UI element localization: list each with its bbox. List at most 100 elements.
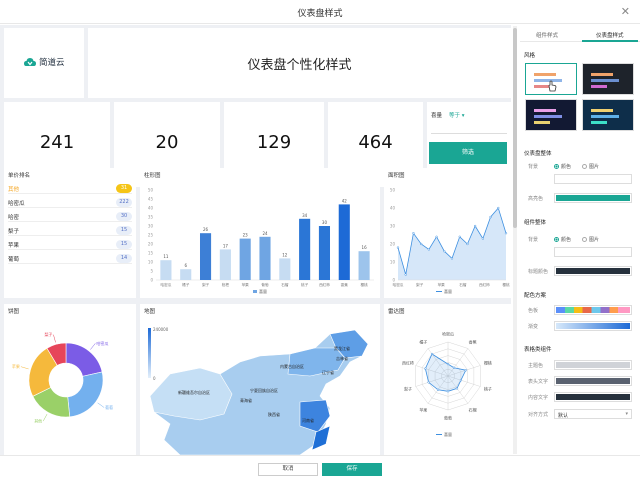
- bar-legend-label: 喜量: [259, 288, 267, 294]
- filter-button[interactable]: 筛选: [429, 142, 507, 164]
- palette-swatch[interactable]: [554, 305, 632, 315]
- radar-legend-label: 喜量: [444, 431, 452, 437]
- dialog-title: 仪表盘样式: [297, 9, 343, 19]
- radar-point: [459, 379, 463, 382]
- settings-panel: 组件样式 仪表盘样式 风格 仪表盘整体 背景 颜色 图片 高亮色 组件整体 背景…: [520, 25, 640, 455]
- radar-point: [452, 366, 456, 369]
- area-point: [466, 242, 469, 246]
- radar-chart-card: 雷达图 哈密瓜 香蕉 樱桃 桃子 石榴 葡萄 苹果 梨子 西红柿 橘子 喜量: [384, 304, 511, 455]
- align-select[interactable]: 默认 ▾: [554, 409, 632, 419]
- ranking-row[interactable]: 葡萄 14: [8, 252, 132, 264]
- map-region-henan[interactable]: [299, 399, 331, 433]
- ranking-name: 葡萄: [8, 257, 20, 263]
- comp-bg-color-radio[interactable]: 颜色: [554, 236, 571, 243]
- dashboard-canvas: 简道云 仪表盘个性化样式 241 20 129 464 喜量 等于 ▾ 筛选 单…: [0, 25, 511, 455]
- title-color-swatch[interactable]: [554, 266, 632, 276]
- canvas-scrollbar[interactable]: [513, 26, 517, 454]
- style-option-deep-blue[interactable]: [582, 99, 634, 131]
- bg-image-radio[interactable]: 图片: [582, 163, 599, 170]
- ranking-row[interactable]: 梨子 15: [8, 224, 132, 236]
- header-text-swatch[interactable]: [554, 376, 632, 386]
- area-y-tick-label: 20: [390, 242, 396, 247]
- ranking-value: 30: [116, 212, 132, 221]
- ranking-row[interactable]: 苹果 15: [8, 238, 132, 250]
- radar-indicator-label: 西红柿: [402, 360, 414, 366]
- bar-x-tick-label: 樱桃: [360, 282, 368, 287]
- pie-slice: [67, 371, 104, 418]
- comp-bg-color-input[interactable]: [554, 247, 632, 257]
- active-tab-indicator: [582, 40, 638, 42]
- area-y-tick-label: 0: [392, 278, 395, 283]
- title-color-label: 标题颜色: [528, 269, 549, 275]
- gradient-swatch[interactable]: [554, 321, 632, 331]
- highlight-label: 高亮色: [528, 196, 544, 202]
- radar-indicator-label: 香蕉: [469, 339, 477, 345]
- ranking-value: 15: [116, 240, 132, 249]
- scrollbar-thumb[interactable]: [513, 28, 517, 228]
- bar-x-tick-label: 香蕉: [341, 282, 349, 287]
- area-chart: 0 10 20 30 40 50 哈密瓜 梨子 苹果 石榴 西红柿 樱桃喜量: [390, 188, 510, 295]
- ranking-row[interactable]: 哈密 30: [8, 210, 132, 222]
- bar-y-tick-label: 10: [148, 260, 154, 265]
- gradient-label: 渐变: [528, 324, 539, 330]
- style-option-navy[interactable]: [525, 99, 577, 131]
- area-point: [396, 246, 400, 249]
- map-label: 辽宁省: [322, 369, 334, 375]
- filter-value-input[interactable]: [431, 122, 507, 134]
- bar-y-tick-label: 40: [148, 206, 154, 211]
- bar-x-tick-label: 梨子: [202, 282, 210, 287]
- save-button[interactable]: 保存: [322, 463, 382, 476]
- area-x-tick-label: 樱桃: [502, 282, 510, 287]
- tab-dashboard-style[interactable]: 仪表盘样式: [596, 31, 624, 39]
- cloud-logo-icon: [24, 58, 36, 66]
- bar-x-tick-label: 西红柿: [319, 282, 330, 287]
- comp-bg-image-radio[interactable]: 图片: [582, 236, 599, 243]
- kpi-value: 241: [39, 132, 75, 153]
- radar-point: [427, 381, 430, 384]
- ranking-row[interactable]: 其他 31: [8, 182, 132, 194]
- bg-color-input[interactable]: [554, 174, 632, 184]
- map-label: 宁夏回族自治区: [250, 387, 278, 393]
- bar-y-tick-label: 35: [148, 215, 154, 220]
- radar-indicator-label: 葡萄: [444, 415, 452, 421]
- ranking-value: 14: [116, 254, 132, 263]
- area-point: [473, 224, 477, 228]
- bar-data-label: 11: [163, 254, 169, 259]
- radar-indicator-label: 哈密瓜: [442, 331, 454, 337]
- style-option-dark[interactable]: [582, 63, 634, 95]
- tab-component-style[interactable]: 组件样式: [536, 31, 558, 39]
- radar-indicator-label: 桃子: [484, 385, 492, 391]
- bar-data-label: 23: [243, 233, 249, 238]
- panel-tabs: 组件样式 仪表盘样式: [520, 28, 640, 42]
- cancel-button[interactable]: 取消: [258, 463, 318, 476]
- area-point: [412, 232, 415, 235]
- area-x-tick-label: 石榴: [459, 282, 467, 287]
- area-y-tick-label: 40: [390, 206, 396, 211]
- theme-color-swatch[interactable]: [554, 360, 632, 370]
- bg-color-radio[interactable]: 颜色: [554, 163, 571, 170]
- radar-indicator-label: 樱桃: [484, 360, 492, 366]
- bar-data-label: 16: [362, 245, 368, 250]
- map-label: 河南省: [302, 417, 314, 423]
- close-icon[interactable]: ✕: [621, 5, 630, 18]
- bar: [219, 249, 231, 280]
- filter-operator-select[interactable]: 等于 ▾: [449, 111, 465, 119]
- bar-data-label: 24: [262, 231, 268, 236]
- ranking-name: 梨子: [8, 229, 20, 235]
- ranking-title: 单价排名: [8, 173, 31, 179]
- bar-data-label: 26: [203, 227, 209, 232]
- bar-x-tick-label: 葡萄: [261, 282, 269, 287]
- ranking-value: 15: [116, 226, 132, 235]
- highlight-color-swatch[interactable]: [554, 193, 632, 203]
- bar-x-tick-label: 苹果: [242, 282, 250, 287]
- area-point: [489, 215, 492, 219]
- bar-y-tick-label: 50: [148, 188, 154, 193]
- bar-data-label: 12: [282, 252, 288, 257]
- ranking-row[interactable]: 哈密瓜 222: [8, 196, 132, 208]
- style-option-light[interactable]: [525, 63, 577, 95]
- area-point: [458, 235, 461, 238]
- radar-point: [436, 388, 440, 391]
- filter-label: 喜量: [431, 113, 443, 119]
- radar-point: [430, 352, 434, 356]
- content-text-swatch[interactable]: [554, 392, 632, 402]
